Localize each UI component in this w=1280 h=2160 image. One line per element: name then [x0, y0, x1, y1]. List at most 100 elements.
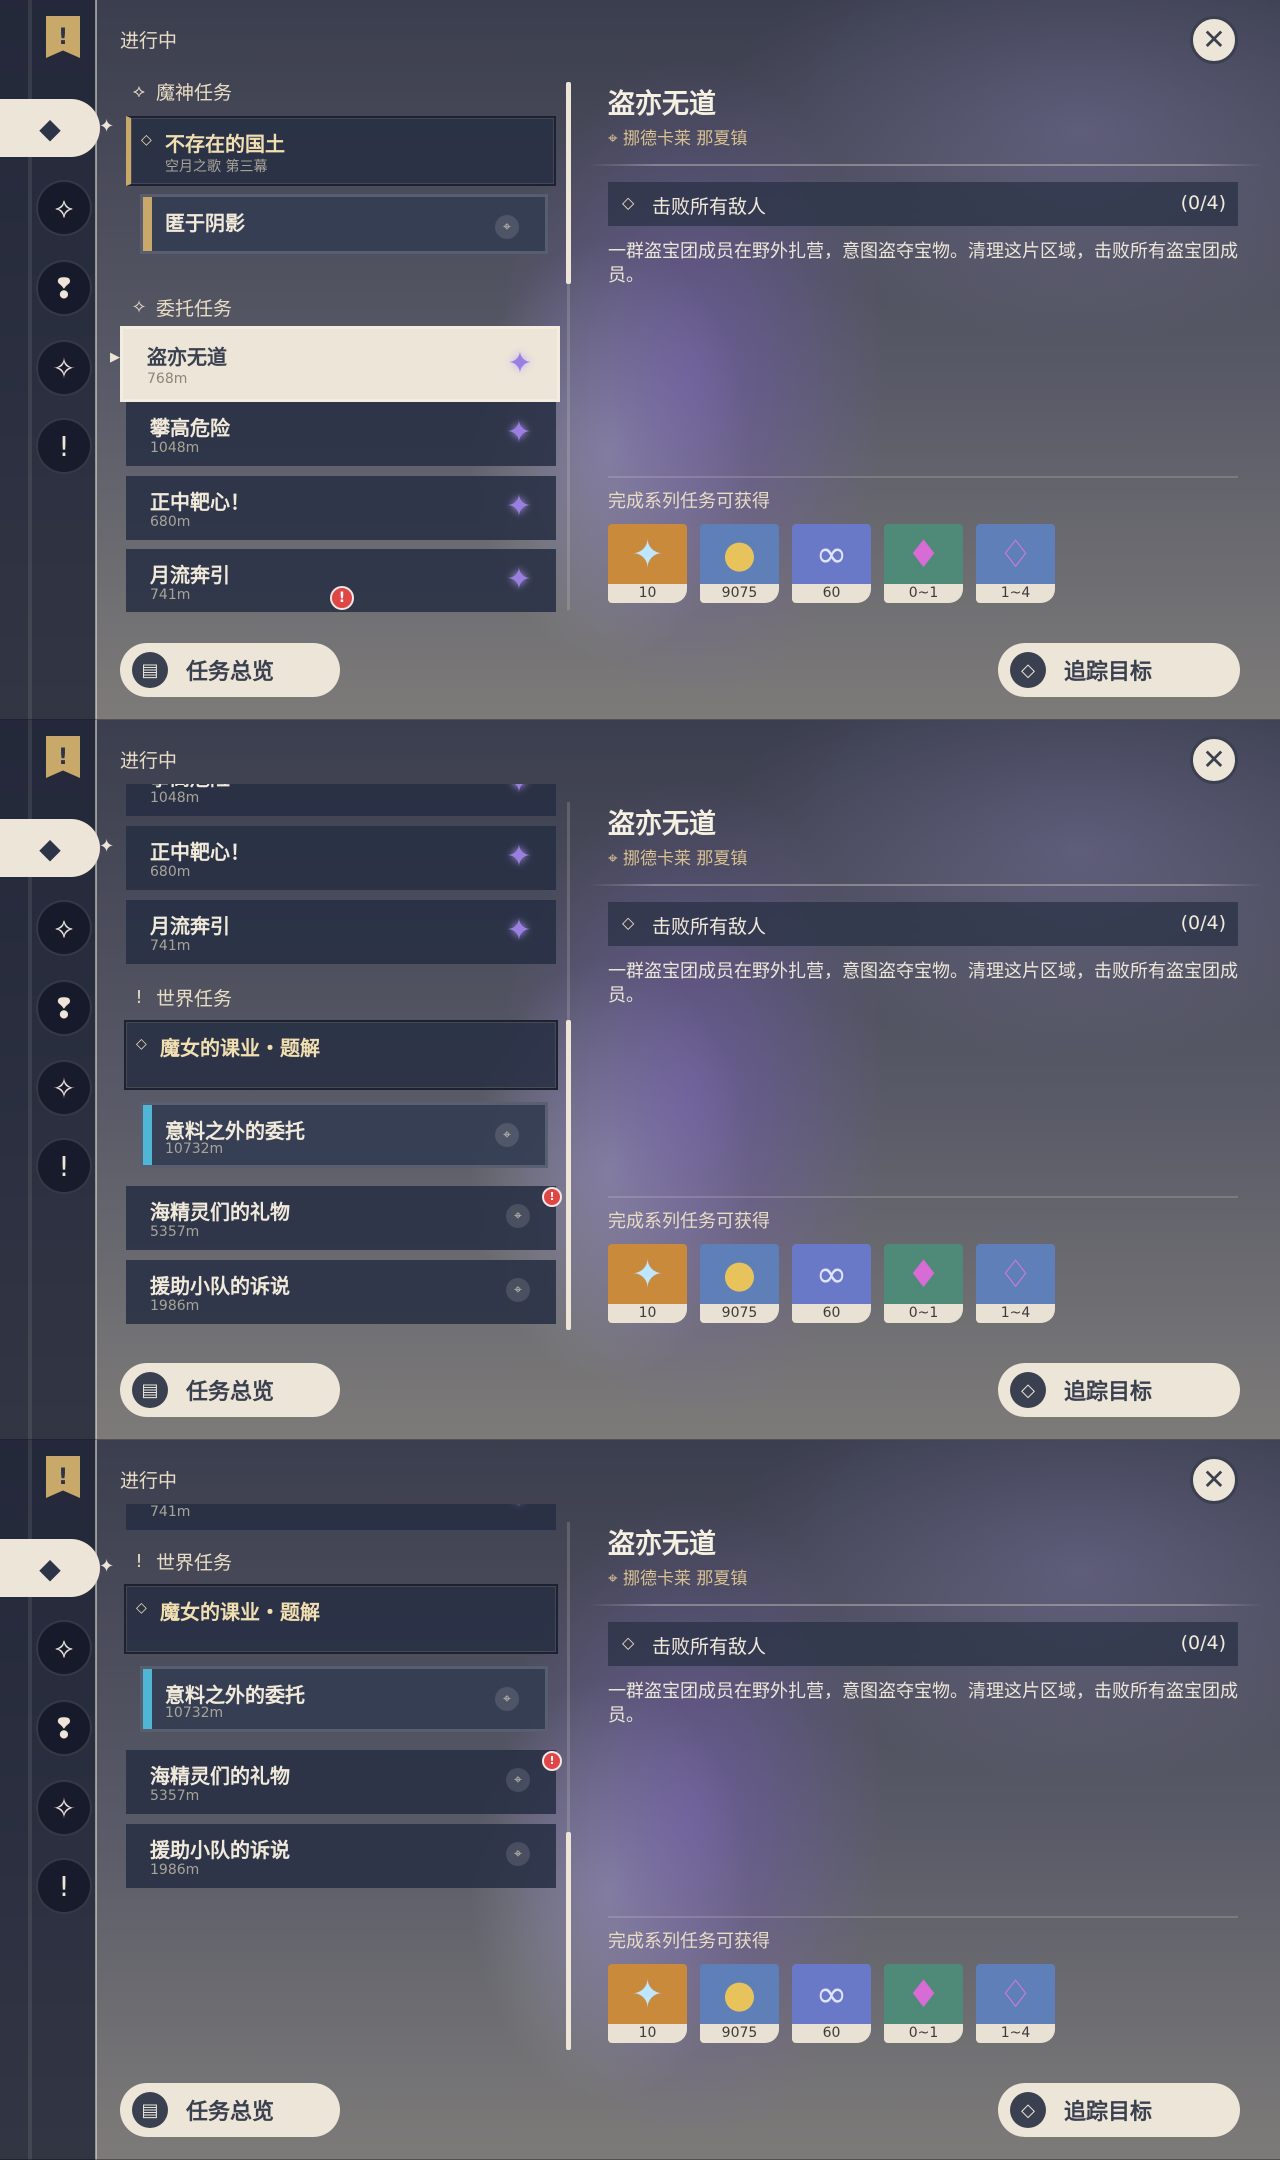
list-scrollbar[interactable] [566, 1522, 571, 2050]
quest-archon-step[interactable]: 匿于阴影 ⌖ [140, 194, 548, 254]
reward-primogem[interactable]: ✦ 10 [608, 1244, 687, 1323]
list-scrollbar[interactable] [566, 82, 571, 610]
quest-yuanzhu[interactable]: 援助小队的诉说 1986m ⌖ [126, 1824, 556, 1888]
story-quest-tab-icon[interactable]: ❢ [36, 1700, 92, 1756]
commission-gem-icon: ✦ [507, 346, 533, 381]
reward-primogem[interactable]: ✦ 10 [608, 1964, 687, 2043]
quest-list[interactable]: ⟡ 魔神任务 ◇ 不存在的国土 空月之歌 第三幕 匿于阴影 ⌖ ✧ 委托任务 盗亦无… [120, 72, 560, 612]
quest-title: 正中靶心！ [150, 840, 250, 864]
track-target-button[interactable]: ◇ 追踪目标 [998, 2083, 1240, 2137]
reward-crystal-cluster[interactable]: ♢ 1~4 [976, 1244, 1055, 1323]
reward-mora[interactable]: ● 9075 [700, 524, 779, 603]
reward-crystal-chunk[interactable]: ♦ 0~1 [884, 1964, 963, 2043]
world-quest-tab-icon[interactable]: ! [36, 1138, 92, 1194]
track-diamond-icon: ◇ [1010, 1372, 1046, 1408]
quest-daoyi-selected[interactable]: 盗亦无道 768m ✦ [120, 326, 560, 402]
notification-badge-icon: ! [542, 1751, 562, 1771]
location-pin-icon[interactable]: ⌖ [495, 1687, 519, 1711]
location-pin-icon[interactable]: ⌖ [495, 1123, 519, 1147]
archon-quest-tab-icon[interactable]: ⟡ [36, 1620, 92, 1676]
quest-pangao[interactable]: 攀高危险 1048m ✦ [126, 784, 556, 816]
location-pin-icon: ⌖ [608, 849, 623, 869]
reward-crystal-chunk[interactable]: ♦ 0~1 [884, 524, 963, 603]
quest-title: 海精灵们的礼物 [150, 1200, 290, 1224]
quest-pangao[interactable]: 攀高危险 1048m ✦ [126, 402, 556, 466]
reward-crystal-cluster[interactable]: ♢ 1~4 [976, 524, 1055, 603]
quest-distance: 768m [147, 371, 188, 387]
quest-overview-button[interactable]: ▤ 任务总览 [120, 1363, 340, 1417]
world-quest-tab-icon[interactable]: ! [36, 1858, 92, 1914]
quest-overview-button[interactable]: ▤ 任务总览 [120, 643, 340, 697]
reward-companionship-exp[interactable]: ∞ 60 [792, 1244, 871, 1323]
quest-zhengzhong[interactable]: 正中靶心！ 680m ✦ [126, 476, 556, 540]
reward-companionship-exp[interactable]: ∞ 60 [792, 1964, 871, 2043]
commission-tab-icon[interactable]: ✧ [36, 1780, 92, 1836]
location-pin-icon[interactable]: ⌖ [506, 1204, 530, 1228]
reward-primogem[interactable]: ✦ 10 [608, 524, 687, 603]
all-quests-tab-icon[interactable]: ◆ [0, 1539, 100, 1597]
all-quests-tab-icon[interactable]: ◆ [0, 819, 100, 877]
commission-gem-icon: ✦ [502, 1504, 536, 1514]
location-pin-icon[interactable]: ⌖ [506, 1842, 530, 1866]
quest-world-step[interactable]: 意料之外的委托 10732m ⌖ [140, 1666, 548, 1732]
reward-crystal-chunk[interactable]: ♦ 0~1 [884, 1244, 963, 1323]
location-pin-icon: ⌖ [608, 1569, 623, 1589]
quest-list[interactable]: 攀高危险 1048m ✦ 正中靶心！ 680m ✦ 月流奔引 741m ✦ ! 世… [120, 784, 560, 1324]
track-target-button[interactable]: ◇ 追踪目标 [998, 1363, 1240, 1417]
close-icon[interactable]: ✕ [1190, 1456, 1238, 1504]
rewards-label: 完成系列任务可获得 [608, 1931, 770, 1952]
location-pin-icon[interactable]: ⌖ [506, 1768, 530, 1792]
close-icon[interactable]: ✕ [1190, 16, 1238, 64]
quest-list[interactable]: 月流奔引 741m ✦ ! 世界任务 ◇ 魔女的课业・题解 意料之外的委托 107… [120, 1504, 560, 2044]
reward-mora[interactable]: ● 9075 [700, 1964, 779, 2043]
scrollbar-thumb[interactable] [566, 82, 571, 284]
in-progress-label: 进行中 [120, 30, 178, 52]
scrollbar-thumb[interactable] [566, 1020, 571, 1330]
in-progress-label: 进行中 [120, 1470, 178, 1492]
primogem-icon: ✦ [631, 532, 664, 576]
reward-crystal-cluster[interactable]: ♢ 1~4 [976, 1964, 1055, 2043]
track-target-button[interactable]: ◇ 追踪目标 [998, 643, 1240, 697]
all-quests-tab-icon[interactable]: ◆ [0, 99, 100, 157]
scrollbar-thumb[interactable] [566, 1832, 571, 2050]
story-quest-tab-icon[interactable]: ❢ [36, 980, 92, 1036]
quest-yueliu[interactable]: 月流奔引 741m ✦ [126, 900, 556, 964]
quest-haijing[interactable]: 海精灵们的礼物 5357m ⌖ [126, 1750, 556, 1814]
quest-distance: 1986m [150, 1862, 200, 1878]
close-icon[interactable]: ✕ [1190, 736, 1238, 784]
location-pin-icon[interactable]: ⌖ [506, 1278, 530, 1302]
commission-gem-icon: ✦ [506, 839, 532, 874]
world-quest-tab-icon[interactable]: ! [36, 418, 92, 474]
quest-yuanzhu[interactable]: 援助小队的诉说 1986m ⌖ [126, 1260, 556, 1324]
reward-companionship-exp[interactable]: ∞ 60 [792, 524, 871, 603]
rail-divider [95, 1440, 97, 2160]
archon-quest-tab-icon[interactable]: ⟡ [36, 900, 92, 956]
overview-book-icon: ▤ [132, 2092, 168, 2128]
quest-world-main[interactable]: ◇ 魔女的课业・题解 [124, 1584, 558, 1654]
archon-quest-tab-icon[interactable]: ⟡ [36, 180, 92, 236]
reward-count: 9075 [700, 1304, 779, 1323]
location-pin-icon[interactable]: ⌖ [495, 215, 519, 239]
quest-location: ⌖ 挪德卡莱 那夏镇 [608, 844, 747, 869]
reward-mora[interactable]: ● 9075 [700, 1244, 779, 1323]
button-label: 任务总览 [186, 660, 275, 685]
quest-yueliu[interactable]: 月流奔引 741m ✦ [126, 1504, 556, 1530]
button-label: 追踪目标 [1064, 1380, 1153, 1405]
quest-world-step[interactable]: 意料之外的委托 10732m ⌖ [140, 1102, 548, 1168]
commission-section-icon: ✧ [131, 297, 147, 318]
quest-zhengzhong[interactable]: 正中靶心！ 680m ✦ [126, 826, 556, 890]
quest-overview-button[interactable]: ▤ 任务总览 [120, 2083, 340, 2137]
commission-tab-icon[interactable]: ✧ [36, 1060, 92, 1116]
notification-badge-icon: ! [542, 1187, 562, 1207]
objective-row: ◇ 击败所有敌人 (0/4) [608, 902, 1238, 946]
quest-world-main[interactable]: ◇ 魔女的课业・题解 [124, 1020, 558, 1090]
story-quest-tab-icon[interactable]: ❢ [36, 260, 92, 316]
crystal-chunk-icon: ♦ [906, 1252, 941, 1296]
quest-haijing[interactable]: 海精灵们的礼物 5357m ⌖ [126, 1186, 556, 1250]
rewards-row: ✦ 10 ● 9075 ∞ 60 ♦ 0~1 ♢ 1~4 [608, 524, 1055, 603]
commission-tab-icon[interactable]: ✧ [36, 340, 92, 396]
button-label: 追踪目标 [1064, 660, 1153, 685]
quest-screen-3: ! ◆ ✦ ⟡ ❢ ✧ ! 进行中 月流奔引 741m ✦ ! 世界任务 ◇ 魔女… [0, 1440, 1280, 2160]
quest-archon-main[interactable]: ◇ 不存在的国土 空月之歌 第三幕 [126, 116, 556, 186]
list-scrollbar[interactable] [566, 802, 571, 1330]
